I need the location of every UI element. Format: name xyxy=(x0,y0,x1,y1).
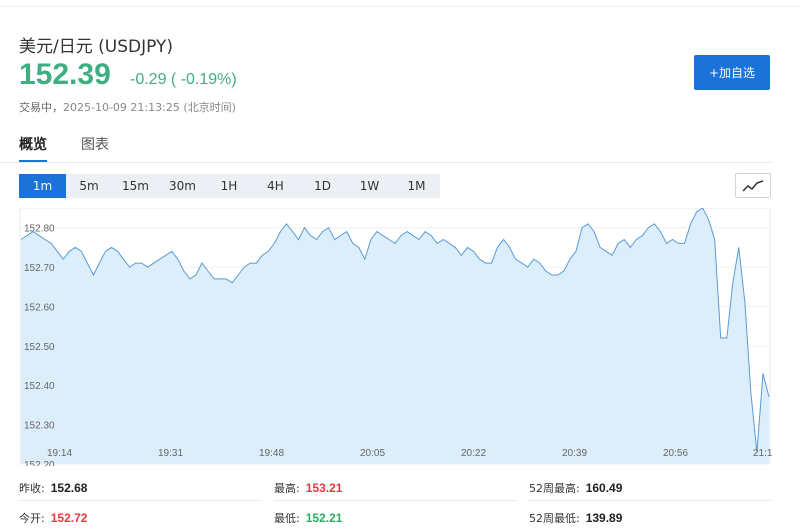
period-selector: 1m 5m 15m 30m 1H 4H 1D 1W 1M xyxy=(19,174,440,198)
y-tick-label: 152.60 xyxy=(24,302,55,313)
stat-open: 今开: 152.72 xyxy=(19,510,87,526)
tab-chart[interactable]: 图表 xyxy=(81,134,109,154)
high-value: 153.21 xyxy=(305,481,343,495)
x-tick-label: 21:1 xyxy=(753,448,772,459)
period-30m[interactable]: 30m xyxy=(159,174,206,198)
tabs-divider xyxy=(0,162,772,163)
price-change: -0.29 ( -0.19%) xyxy=(130,71,237,88)
x-tick-label: 19:14 xyxy=(47,448,72,459)
low52-label: 52周最低: xyxy=(529,512,580,525)
y-tick-label: 152.50 xyxy=(24,342,55,353)
y-tick-label: 152.70 xyxy=(24,263,55,274)
high-label: 最高: xyxy=(274,482,300,495)
period-1m[interactable]: 1m xyxy=(19,174,66,198)
stats-divider xyxy=(19,500,261,501)
instrument-title: 美元/日元 (USDJPY) xyxy=(19,37,173,57)
prev-close-label: 昨收: xyxy=(19,482,45,495)
low-label: 最低: xyxy=(274,512,300,525)
x-tick-label: 19:31 xyxy=(158,448,183,459)
stat-prev-close: 昨收: 152.68 xyxy=(19,480,87,496)
high52-value: 160.49 xyxy=(585,481,623,495)
period-1w[interactable]: 1W xyxy=(346,174,393,198)
line-chart-icon xyxy=(742,179,764,192)
stat-52w-high: 52周最高: 160.49 xyxy=(529,480,622,496)
add-to-watchlist-button[interactable]: +加自选 xyxy=(694,55,770,90)
y-tick-label: 152.40 xyxy=(24,381,55,392)
chart-type-button[interactable] xyxy=(735,173,771,198)
open-label: 今开: xyxy=(19,512,45,525)
stats-divider xyxy=(529,500,771,501)
status-label: 交易中， xyxy=(19,101,63,114)
x-tick-label: 20:05 xyxy=(360,448,385,459)
prev-close-value: 152.68 xyxy=(50,481,88,495)
low-value: 152.21 xyxy=(305,511,343,525)
low52-value: 139.89 xyxy=(585,511,623,525)
x-tick-label: 20:22 xyxy=(461,448,486,459)
status-time: 2025-10-09 21:13:25 (北京时间) xyxy=(63,101,236,114)
y-tick-label: 152.20 xyxy=(24,460,55,466)
trading-status: 交易中，2025-10-09 21:13:25 (北京时间) xyxy=(19,99,236,115)
stat-52w-low: 52周最低: 139.89 xyxy=(529,510,622,526)
high52-label: 52周最高: xyxy=(529,482,580,495)
open-value: 152.72 xyxy=(50,511,88,525)
x-tick-label: 20:56 xyxy=(663,448,688,459)
y-tick-label: 152.80 xyxy=(24,224,55,235)
period-5m[interactable]: 5m xyxy=(66,174,112,198)
tab-overview[interactable]: 概览 xyxy=(19,134,47,154)
y-tick-label: 152.30 xyxy=(24,421,55,432)
x-tick-label: 20:39 xyxy=(562,448,587,459)
period-15m[interactable]: 15m xyxy=(112,174,159,198)
period-1M[interactable]: 1M xyxy=(393,174,440,198)
stats-divider xyxy=(274,500,516,501)
stat-low: 最低: 152.21 xyxy=(274,510,342,526)
stat-high: 最高: 153.21 xyxy=(274,480,342,496)
price-chart[interactable]: 152.80 152.70 152.60 152.50 152.40 152.30 152.… xyxy=(0,208,772,466)
top-border xyxy=(0,0,800,7)
last-price: 152.39 xyxy=(19,58,111,91)
period-1h[interactable]: 1H xyxy=(206,174,252,198)
x-tick-label: 19:48 xyxy=(259,448,284,459)
period-4h[interactable]: 4H xyxy=(252,174,299,198)
period-1d[interactable]: 1D xyxy=(299,174,346,198)
price-chart-svg: 152.80 152.70 152.60 152.50 152.40 152.30 152.… xyxy=(19,208,772,466)
